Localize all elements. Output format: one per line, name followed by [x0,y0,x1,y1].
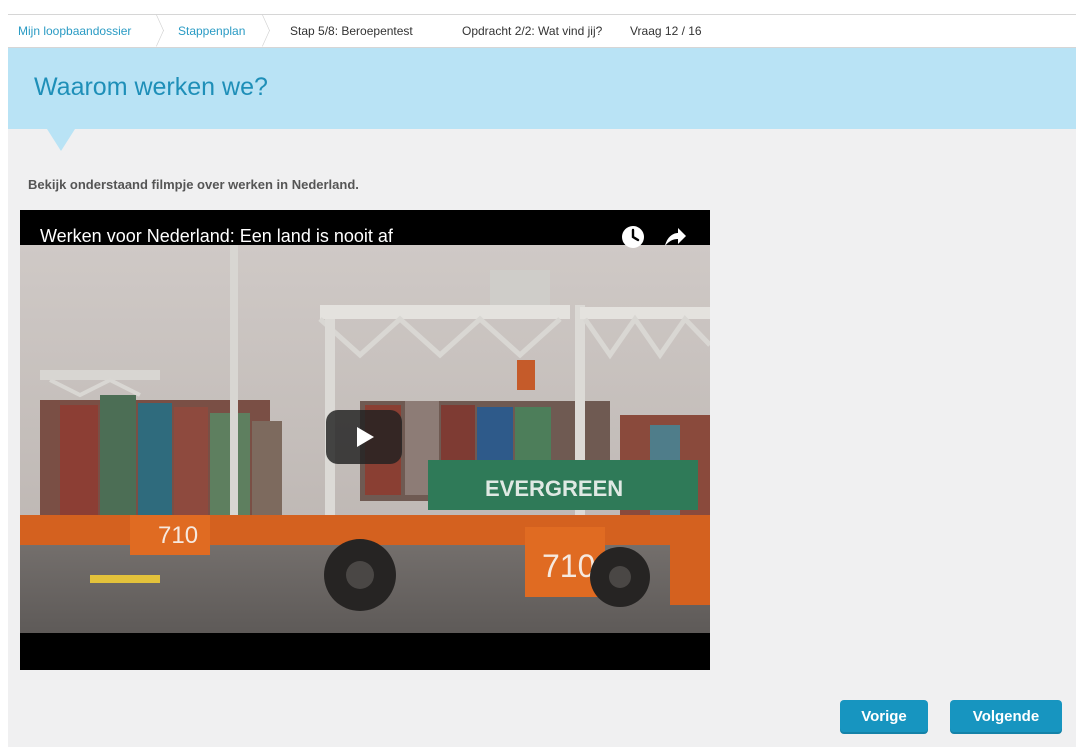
page-title: Waarom werken we? [34,73,268,101]
banner-pointer [47,129,75,151]
breadcrumb: Mijn loopbaandossier Stappenplan Stap 5/… [8,14,1076,48]
svg-text:710: 710 [542,548,595,584]
breadcrumb-opdracht: Opdracht 2/2: Wat vind jij? [462,24,603,38]
clock-icon[interactable] [620,224,646,250]
breadcrumb-stap: Stap 5/8: Beroepentest [290,24,413,38]
video-player[interactable]: EVERGREEN 710 710 Werken voor Nederland:… [20,210,710,670]
page-header-banner: Waarom werken we? [8,48,1076,129]
evergreen-container: EVERGREEN [428,460,698,510]
play-icon [357,427,374,447]
breadcrumb-stappenplan[interactable]: Stappenplan [170,15,276,47]
main-content: Bekijk onderstaand filmpje over werken i… [8,129,1076,747]
previous-button[interactable]: Vorige [840,700,928,734]
share-icon[interactable] [662,224,688,250]
next-button[interactable]: Volgende [950,700,1062,734]
video-title[interactable]: Werken voor Nederland: Een land is nooit… [40,226,393,247]
svg-text:710: 710 [158,522,198,549]
svg-text:EVERGREEN: EVERGREEN [485,476,623,501]
instruction-text: Bekijk onderstaand filmpje over werken i… [28,177,359,192]
play-button[interactable] [326,410,402,464]
breadcrumb-loopbaandossier[interactable]: Mijn loopbaandossier [8,15,170,47]
breadcrumb-vraag: Vraag 12 / 16 [630,24,702,38]
